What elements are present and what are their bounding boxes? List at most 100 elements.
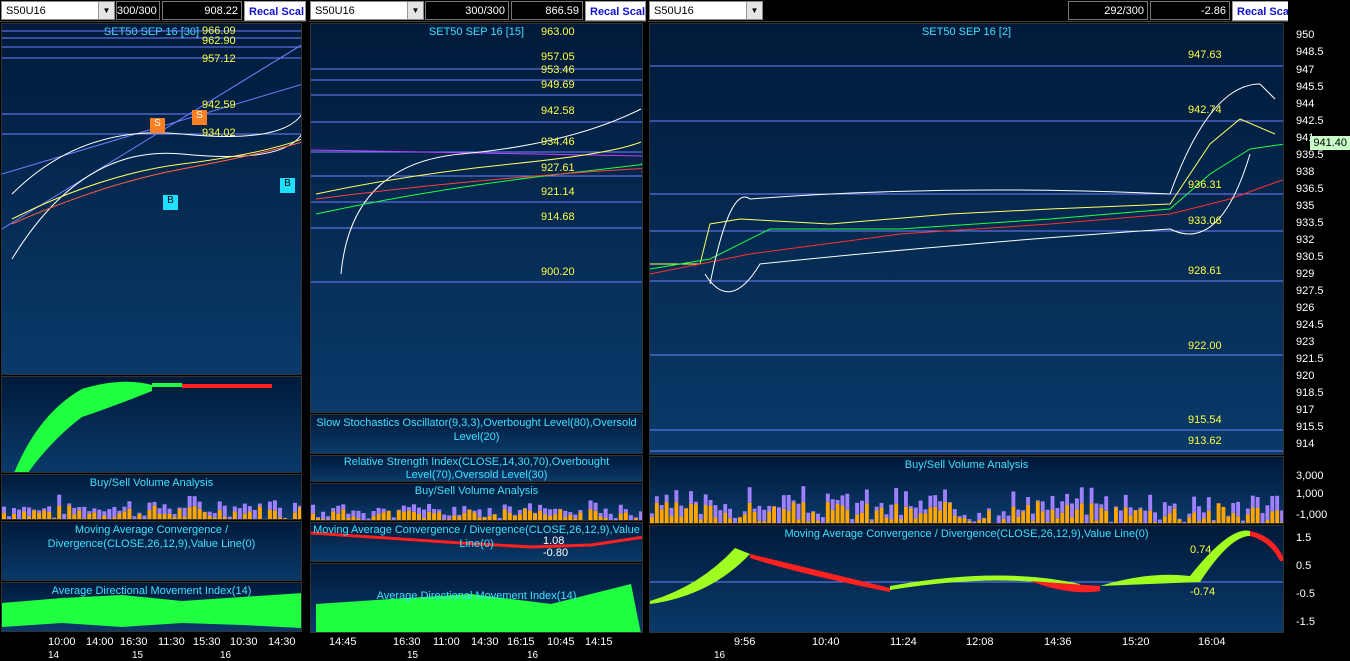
time-axis: 14:45 16:30 11:00 14:30 16:15 10:45 14:1…	[309, 633, 646, 653]
volume-tick: 3,000	[1296, 470, 1324, 482]
volume-bar	[669, 516, 674, 523]
volume-bar	[638, 519, 642, 520]
volume-bar	[457, 516, 462, 520]
symbol-select[interactable]: S50U16 ▼	[310, 1, 424, 20]
symbol-select[interactable]: S50U16 ▼	[649, 1, 763, 20]
volume-bar	[406, 507, 411, 511]
chevron-down-icon[interactable]: ▼	[407, 2, 423, 19]
symbol-select[interactable]: S50U16 ▼	[1, 1, 115, 20]
volume-bar	[864, 489, 869, 504]
volume-bar	[1016, 516, 1021, 523]
volume-bar	[1089, 503, 1094, 523]
volume-bar	[679, 516, 684, 523]
volume-bar	[272, 500, 277, 511]
volume-panel[interactable]: Buy/Sell Volume Analysis	[310, 483, 643, 521]
volume-bar	[192, 506, 197, 519]
volume-bar	[899, 514, 903, 520]
volume-bar	[1128, 515, 1133, 523]
volume-bar	[801, 502, 806, 523]
macd-panel[interactable]: Moving Average Convergence / Divergence(…	[1, 521, 302, 581]
volume-bar	[718, 510, 723, 523]
volume-bar	[242, 513, 247, 519]
price-tick: 920	[1296, 370, 1315, 382]
level-label: 942.59	[202, 99, 236, 111]
time-tick: 15:20	[1122, 636, 1150, 648]
volume-bar	[1011, 491, 1016, 507]
volume-bar	[889, 519, 894, 523]
volume-bar	[237, 508, 242, 519]
volume-bar	[517, 514, 522, 520]
recal-scale-button[interactable]: Recal Scal	[585, 1, 646, 21]
level-label: 962.90	[202, 35, 236, 47]
bar-count: 292/300	[1068, 1, 1148, 20]
sell-marker[interactable]: S	[150, 118, 165, 133]
price-panel[interactable]: SET50 SEP 16 [15] 963.00 957.05 953.46 9…	[310, 23, 643, 413]
volume-bar	[1138, 507, 1143, 510]
volume-bar	[879, 502, 884, 508]
volume-bar	[1241, 520, 1245, 523]
volume-bar	[977, 512, 982, 521]
volume-panel[interactable]: Buy/Sell Volume Analysis	[649, 456, 1284, 524]
volume-bar	[1280, 510, 1283, 523]
volume-bar	[947, 502, 952, 523]
volume-bar	[967, 520, 972, 523]
volume-bar	[1158, 519, 1162, 523]
volume-bar	[52, 518, 57, 519]
volume-panel[interactable]: Buy/Sell Volume Analysis	[1, 474, 302, 520]
volume-bar	[864, 503, 869, 523]
volume-bar	[533, 512, 538, 514]
volume-bar	[416, 507, 421, 514]
date-tick: 14	[48, 650, 60, 661]
volume-bar	[1211, 520, 1216, 522]
buy-marker[interactable]: B	[280, 178, 295, 193]
macd-panel[interactable]: Moving Average Convergence / Divergence(…	[649, 525, 1284, 633]
last-price-tag: 941.40	[1310, 136, 1350, 150]
oscillator-svg	[14, 381, 272, 472]
volume-bar	[669, 507, 674, 517]
volume-bar	[623, 509, 628, 513]
volume-bar	[132, 518, 137, 519]
stochastic-panel[interactable]: Slow Stochastics Oscillator(9,3,3),Overb…	[310, 414, 643, 454]
volume-bar	[689, 491, 693, 504]
time-tick: 16:30	[120, 636, 148, 648]
oscillator-panel[interactable]	[1, 376, 302, 473]
volume-bar	[791, 502, 796, 523]
volume-bar	[628, 515, 633, 520]
chevron-down-icon[interactable]: ▼	[746, 2, 762, 19]
volume-bar	[292, 502, 297, 513]
volume-bar	[1114, 506, 1118, 508]
chevron-down-icon[interactable]: ▼	[98, 2, 114, 19]
chart-window-1: S50U16 ▼ 300/300 908.22 Recal Scal SET50 …	[0, 0, 306, 661]
price-panel[interactable]: SET50 SEP 16 [30] 966.09 962.90 957.12 9…	[1, 23, 302, 375]
volume-bar	[1280, 522, 1283, 523]
date-tick: 15	[132, 650, 144, 661]
volume-bar	[27, 507, 32, 517]
sell-marker[interactable]: S	[192, 110, 207, 125]
volume-bar	[187, 496, 192, 508]
price-panel[interactable]: SET50 SEP 16 [2] 947.63 942.74 936.31 93…	[649, 23, 1284, 455]
volume-bar	[1148, 510, 1153, 523]
volume-bar	[17, 509, 22, 519]
recal-scale-button[interactable]: Recal Scal	[244, 1, 306, 21]
adx-panel[interactable]: Average Directional Movement Index(14)	[310, 563, 643, 633]
level-label: 928.61	[1188, 265, 1222, 277]
macd-panel[interactable]: Moving Average Convergence / Divergence(…	[310, 522, 643, 562]
volume-bar	[533, 513, 538, 520]
volume-bar	[396, 510, 401, 520]
volume-bar	[512, 514, 517, 516]
volume-bar	[232, 511, 237, 519]
volume-bar	[212, 513, 217, 518]
volume-bar	[894, 488, 899, 504]
volume-bar	[447, 515, 452, 520]
volume-bar	[762, 509, 767, 521]
volume-bar	[472, 512, 477, 520]
adx-panel[interactable]: Average Directional Movement Index(14)	[1, 582, 302, 632]
volume-bar	[728, 508, 733, 519]
buy-marker[interactable]: B	[163, 195, 178, 210]
volume-bar	[47, 511, 52, 519]
volume-bar	[492, 514, 497, 520]
price-axis: 950 948.5 947 945.5 944 942.5 941 939.5 …	[1288, 0, 1350, 661]
volume-bar	[267, 509, 272, 519]
rsi-panel[interactable]: Relative Strength Index(CLOSE,14,30,70),…	[310, 455, 643, 482]
price-tick: 932	[1296, 234, 1315, 246]
